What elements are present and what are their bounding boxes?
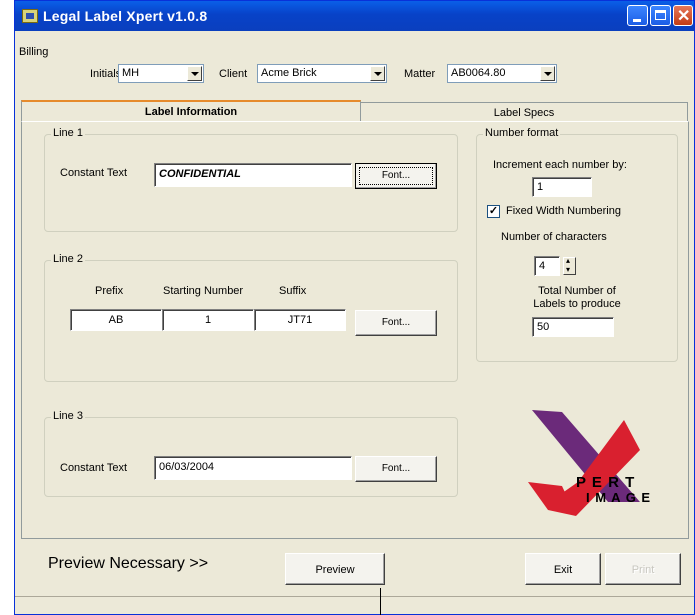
app-window: Legal Label Xpert v1.0.8 ✕ Billing Initi… — [14, 0, 695, 615]
xpert-image-logo: P E R T I M A G E — [518, 390, 664, 520]
prefix-label: Prefix — [95, 285, 124, 297]
prefix-value: AB — [108, 314, 124, 326]
chevron-down-icon[interactable] — [540, 66, 555, 81]
number-format-label: Number format — [483, 127, 561, 139]
line2-group-label: Line 2 — [51, 253, 85, 265]
line1-font-button[interactable]: Font... — [355, 163, 437, 189]
num-chars-label: Number of characters — [501, 231, 607, 243]
minimize-icon — [633, 19, 641, 22]
tab-panel: Line 1 Constant Text CONFIDENTIAL Font..… — [21, 121, 689, 539]
spin-up-icon[interactable]: ▴ — [566, 256, 570, 265]
suffix-value: JT71 — [287, 314, 313, 326]
window-title: Legal Label Xpert v1.0.8 — [43, 8, 208, 24]
preview-button[interactable]: Preview — [285, 553, 385, 585]
close-button[interactable]: ✕ — [673, 5, 693, 26]
line1-constant-text-label: Constant Text — [60, 167, 128, 179]
matter-label: Matter — [404, 68, 436, 80]
title-bar[interactable]: Legal Label Xpert v1.0.8 ✕ — [15, 1, 694, 31]
line1-group-label: Line 1 — [51, 127, 85, 139]
line3-constant-text-input[interactable]: 06/03/2004 — [154, 456, 352, 480]
line3-group: Line 3 Constant Text 06/03/2004 Font... — [44, 410, 458, 497]
fixed-width-label[interactable]: Fixed Width Numbering — [506, 205, 621, 217]
prefix-input[interactable]: AB — [70, 309, 162, 331]
logo-text-pert: P E R T — [576, 474, 636, 491]
exit-button[interactable]: Exit — [525, 553, 601, 585]
close-icon: ✕ — [677, 8, 691, 25]
tab-label-information[interactable]: Label Information — [21, 100, 361, 123]
num-chars-spinner[interactable]: ▴ ▾ — [563, 256, 576, 275]
client-value: Acme Brick — [261, 67, 317, 79]
suffix-input[interactable]: JT71 — [254, 309, 346, 331]
initials-combo[interactable]: MH — [118, 64, 204, 83]
mouse-cursor-line — [380, 588, 381, 615]
total-labels-input[interactable]: 50 — [532, 317, 614, 337]
client-combo[interactable]: Acme Brick — [257, 64, 387, 83]
logo-text-image: I M A G E — [586, 490, 652, 505]
line3-constant-text-label: Constant Text — [60, 462, 128, 474]
line1-group: Line 1 Constant Text CONFIDENTIAL Font..… — [44, 127, 458, 232]
maximize-button[interactable] — [650, 5, 671, 26]
fixed-width-checkbox[interactable]: ✓ — [487, 205, 500, 218]
line1-constant-text-input[interactable]: CONFIDENTIAL — [154, 163, 352, 187]
num-chars-input[interactable]: 4 — [534, 256, 560, 276]
initials-label: Initials — [90, 68, 122, 80]
line3-group-label: Line 3 — [51, 410, 85, 422]
client-label: Client — [219, 68, 248, 80]
app-icon — [22, 9, 38, 23]
print-button[interactable]: Print — [605, 553, 681, 585]
increment-value: 1 — [537, 181, 544, 193]
increment-input[interactable]: 1 — [532, 177, 592, 197]
checkmark-icon: ✓ — [488, 205, 499, 217]
total-label-line1: Total Number of — [538, 285, 616, 297]
number-format-group: Number format Increment each number by: … — [476, 127, 678, 362]
line2-group: Line 2 Prefix Starting Number Suffix AB … — [44, 253, 458, 382]
starting-number-label: Starting Number — [163, 285, 244, 297]
line1-constant-text-value: CONFIDENTIAL — [159, 168, 241, 180]
total-label-line2: Labels to produce — [533, 298, 621, 310]
preview-necessary-text: Preview Necessary >> — [48, 555, 209, 572]
starting-number-value: 1 — [204, 314, 212, 326]
matter-combo[interactable]: AB0064.80 — [447, 64, 557, 83]
initials-value: MH — [122, 67, 140, 79]
line3-constant-text-value: 06/03/2004 — [159, 461, 215, 473]
suffix-label: Suffix — [279, 285, 307, 297]
total-labels-value: 50 — [537, 321, 550, 333]
tab-label-specs[interactable]: Label Specs — [360, 102, 688, 122]
starting-number-input[interactable]: 1 — [162, 309, 254, 331]
increment-label: Increment each number by: — [493, 159, 627, 171]
line2-font-button[interactable]: Font... — [355, 310, 437, 336]
line3-font-button[interactable]: Font... — [355, 456, 437, 482]
chevron-down-icon[interactable] — [187, 66, 202, 81]
matter-value: AB0064.80 — [451, 67, 506, 79]
num-chars-value: 4 — [539, 260, 546, 272]
maximize-icon — [655, 10, 666, 20]
menu-billing[interactable]: Billing — [19, 46, 48, 58]
minimize-button[interactable] — [627, 5, 648, 26]
spin-down-icon[interactable]: ▾ — [566, 265, 570, 274]
chevron-down-icon[interactable] — [370, 66, 385, 81]
status-bar — [15, 596, 694, 614]
